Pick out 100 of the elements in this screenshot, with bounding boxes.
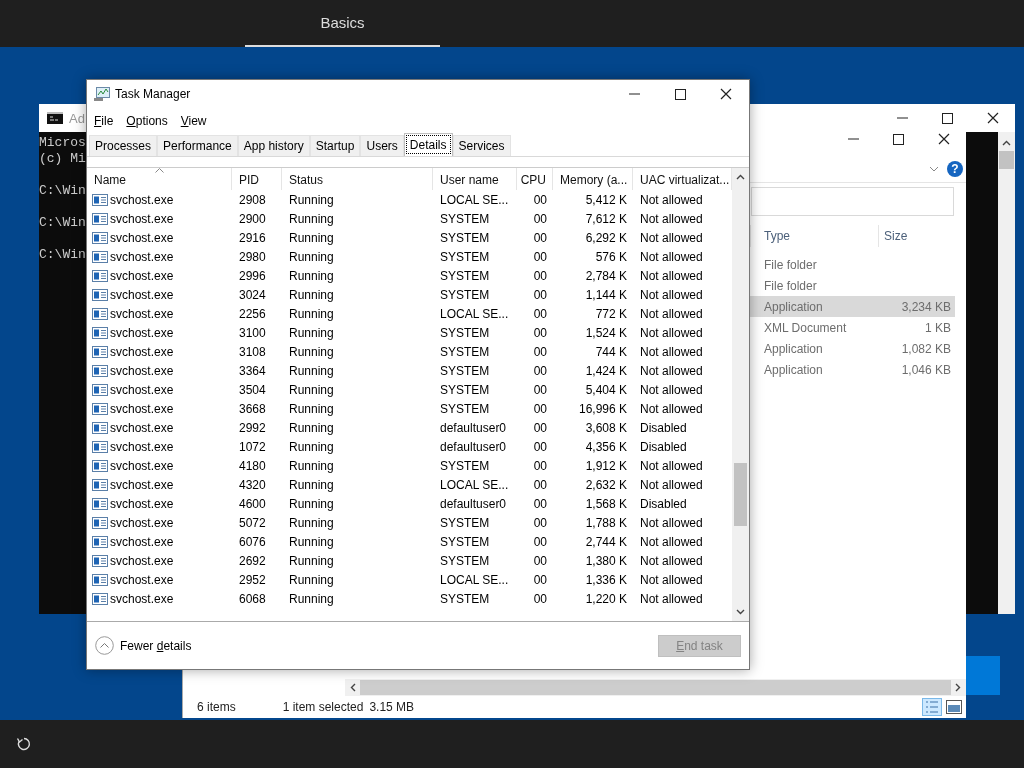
file-row[interactable]: Application 1,082 KB bbox=[750, 338, 955, 359]
fewer-details-link[interactable]: Fewer details bbox=[120, 638, 192, 653]
table-cell-text: Running bbox=[288, 344, 335, 359]
process-name: svchost.exe bbox=[110, 477, 174, 492]
help-icon[interactable]: ? bbox=[947, 160, 963, 177]
file-row[interactable]: File folder bbox=[750, 275, 955, 296]
window-icon bbox=[92, 383, 108, 396]
minimize-icon[interactable] bbox=[628, 93, 640, 95]
tab[interactable]: Users bbox=[360, 135, 404, 156]
table-cell-text: 00 bbox=[532, 496, 548, 511]
process-name: svchost.exe bbox=[110, 211, 174, 226]
close-icon[interactable] bbox=[986, 112, 999, 124]
search-field[interactable] bbox=[751, 187, 954, 216]
window-icon bbox=[92, 193, 108, 206]
tab[interactable]: Startup bbox=[309, 135, 361, 156]
table-cell-text: 2916 bbox=[238, 230, 267, 245]
table-cell-text: 1,912 K bbox=[584, 458, 628, 473]
table-cell-text: SYSTEM bbox=[439, 211, 491, 226]
preview-view-icon[interactable] bbox=[946, 700, 962, 714]
table-cell-text: 4320 bbox=[238, 477, 267, 492]
scroll-left-icon[interactable] bbox=[350, 683, 356, 692]
window-icon bbox=[92, 288, 108, 301]
table-cell-text: 3108 bbox=[238, 344, 267, 359]
maximize-icon[interactable] bbox=[942, 112, 953, 124]
table-cell-text: SYSTEM bbox=[439, 458, 491, 473]
scroll-down-icon[interactable] bbox=[736, 609, 745, 615]
close-icon[interactable] bbox=[720, 88, 732, 100]
table-cell-text: 2992 bbox=[238, 420, 267, 435]
column-header[interactable]: Memory (a... bbox=[553, 168, 633, 190]
table-cell-text: SYSTEM bbox=[439, 325, 491, 340]
table-cell-text: Disabled bbox=[639, 439, 688, 454]
status-text: 1 item selected bbox=[282, 700, 364, 714]
status-text: 3.15 MB bbox=[369, 700, 415, 714]
table-cell-text: LOCAL SE... bbox=[439, 572, 510, 587]
file-row[interactable]: XML Document 1 KB bbox=[750, 317, 955, 338]
table-cell-text: Running bbox=[288, 591, 335, 606]
table-cell-text: SYSTEM bbox=[439, 230, 491, 245]
scroll-thumb[interactable] bbox=[999, 151, 1014, 169]
table-cell-text: Not allowed bbox=[639, 363, 704, 378]
table-cell-text: 3024 bbox=[238, 287, 267, 302]
table-cell-text: SYSTEM bbox=[439, 249, 491, 264]
column-header[interactable]: User name bbox=[433, 168, 517, 190]
column-header[interactable]: Name bbox=[87, 168, 232, 190]
table-cell-text: 1,568 K bbox=[584, 496, 628, 511]
process-name: svchost.exe bbox=[110, 249, 174, 264]
column-header[interactable]: Status bbox=[282, 168, 433, 190]
window-title: Ad bbox=[69, 110, 85, 126]
console-line: Micros bbox=[39, 135, 86, 151]
table-cell-text: LOCAL SE... bbox=[439, 306, 510, 321]
tab[interactable]: Processes bbox=[89, 135, 158, 156]
menu-item[interactable]: File bbox=[94, 114, 114, 128]
file-row[interactable]: Application 3,234 KB bbox=[750, 296, 955, 317]
tab[interactable]: App history bbox=[237, 135, 310, 156]
table-cell-text: 00 bbox=[532, 287, 548, 302]
table-cell-text: Running bbox=[288, 268, 335, 283]
scroll-up-icon[interactable] bbox=[736, 174, 745, 180]
maximize-icon[interactable] bbox=[893, 133, 904, 145]
scrollbar[interactable] bbox=[998, 132, 1015, 614]
scroll-thumb[interactable] bbox=[734, 463, 747, 526]
table-cell-text: 2692 bbox=[238, 553, 267, 568]
table-cell-text: Not allowed bbox=[639, 458, 704, 473]
tab[interactable]: Performance bbox=[157, 135, 238, 156]
scrollbar[interactable] bbox=[732, 168, 749, 621]
table-cell-text: Running bbox=[288, 382, 335, 397]
file-row[interactable]: File folder bbox=[750, 254, 955, 275]
table-cell-text: 00 bbox=[532, 477, 548, 492]
table-cell-text: 00 bbox=[532, 553, 548, 568]
table-cell-text: 1,380 K bbox=[584, 553, 628, 568]
column-header[interactable]: PID bbox=[232, 168, 282, 190]
table-cell-text: 00 bbox=[532, 420, 548, 435]
table-cell-text: Running bbox=[288, 534, 335, 549]
table-cell-text: 00 bbox=[532, 306, 548, 321]
table-cell-text: Not allowed bbox=[639, 325, 704, 340]
file-row[interactable]: Application 1,046 KB bbox=[750, 359, 955, 380]
tab[interactable]: Details bbox=[403, 133, 453, 156]
table-cell-text: 16,996 K bbox=[577, 401, 628, 416]
table-cell-text: Running bbox=[288, 496, 335, 511]
table-cell-text: Running bbox=[288, 401, 335, 416]
table-cell-text: SYSTEM bbox=[439, 344, 491, 359]
table-cell-text: Running bbox=[288, 211, 335, 226]
column-header[interactable]: CPU bbox=[517, 168, 553, 190]
horizontal-scrollbar[interactable] bbox=[345, 679, 966, 696]
scroll-up-icon[interactable] bbox=[1002, 140, 1011, 146]
menu-item[interactable]: Options bbox=[126, 114, 168, 128]
table-cell-text: Running bbox=[288, 287, 335, 302]
menu-item[interactable]: View bbox=[180, 114, 207, 128]
chevron-up-circle-icon[interactable] bbox=[95, 636, 114, 655]
refresh-icon[interactable] bbox=[16, 736, 32, 752]
tab[interactable]: Services bbox=[452, 135, 511, 156]
column-header[interactable]: Size bbox=[878, 225, 955, 247]
close-icon[interactable] bbox=[937, 133, 950, 145]
window-icon bbox=[92, 592, 108, 605]
maximize-icon[interactable] bbox=[674, 88, 686, 100]
process-name: svchost.exe bbox=[110, 591, 174, 606]
scroll-right-icon[interactable] bbox=[955, 683, 961, 692]
table-cell-text: 576 K bbox=[594, 249, 628, 264]
table-cell-text: Not allowed bbox=[639, 287, 704, 302]
table-cell-text: defaultuser0 bbox=[439, 439, 508, 454]
chevron-down-icon[interactable] bbox=[929, 165, 939, 172]
process-name: svchost.exe bbox=[110, 458, 174, 473]
